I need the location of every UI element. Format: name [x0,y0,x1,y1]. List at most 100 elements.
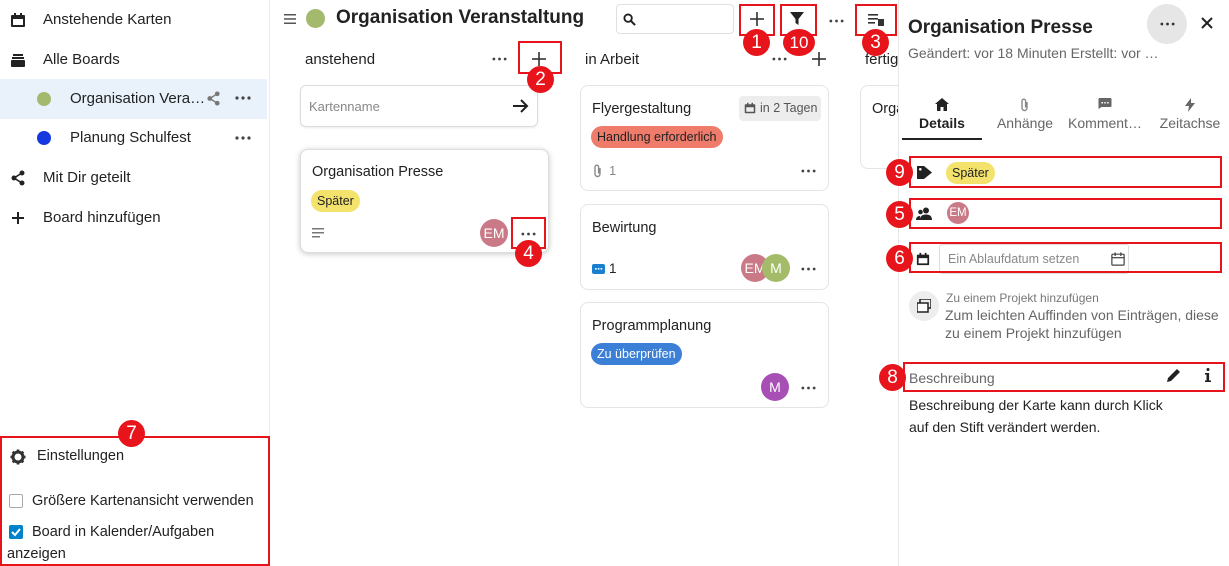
annotation-badge: 2 [527,66,554,93]
card-programmplanung[interactable]: Programmplanung Zu überprüfen M [580,302,829,408]
annotation-badge: 5 [886,201,913,228]
tab-timeline[interactable]: Zeitachse [1150,90,1229,140]
project-hint-cont: zu einem Projekt hinzufügen [945,325,1122,341]
nav-shared-with-you[interactable]: Mit Dir geteilt [0,158,267,198]
info-icon[interactable] [1205,368,1211,382]
panel-card-title[interactable]: Organisation Presse [908,17,1093,39]
card-more-icon[interactable] [801,267,816,271]
tab-label: Anhänge [996,115,1054,131]
tab-comments[interactable]: Komment… [1065,90,1145,140]
annotation-badge: 1 [743,29,770,56]
hamburger-icon[interactable] [284,13,296,25]
annotation-badge: 10 [783,29,815,56]
card-details-sidebar: Organisation Presse Geändert: vor 18 Min… [898,0,1229,566]
column-more-icon[interactable] [772,57,787,61]
nav-add-board[interactable]: Board hinzufügen [0,198,267,238]
board-color-dot [37,92,51,106]
tab-label: Details [919,115,965,131]
nav-board-organisation[interactable]: Organisation Vera… [0,79,267,119]
nav-upcoming-cards[interactable]: Anstehende Karten [0,0,267,40]
tag-icon [917,166,932,179]
avatar: M [761,373,789,401]
card-title: Programmplanung [592,318,712,334]
calendar-picker-icon[interactable] [1111,252,1125,266]
card-title: Organisation Presse [312,164,444,180]
add-card-icon[interactable] [532,52,546,66]
add-card-icon[interactable] [812,52,826,66]
label-badge: Zu überprüfen [591,343,682,365]
tab-label: Komment… [1068,115,1142,131]
pencil-icon[interactable] [1167,368,1181,382]
tab-attachments[interactable]: Anhänge [985,90,1065,140]
comment-icon [592,264,605,274]
calendar-icon [10,12,26,28]
project-icon [909,291,939,321]
attachment-icon [593,164,603,178]
nav-all-boards[interactable]: Alle Boards [0,40,267,80]
column-title[interactable]: in Arbeit [585,51,639,68]
annotation-badge: 6 [886,245,913,272]
larger-cards-checkbox[interactable] [9,494,23,508]
new-card-placeholder: Kartenname [309,99,380,114]
app-navigation: Anstehende Karten Alle Boards Organisati… [0,0,270,566]
more-icon[interactable] [235,96,251,100]
card-organisation-presse[interactable]: Organisation Presse Später EM [300,149,549,253]
more-icon[interactable] [235,136,251,140]
avatar: EM [947,202,969,224]
card-more-icon[interactable] [801,169,816,173]
settings-toggle[interactable]: Einstellungen [37,448,124,464]
description-text-cont: auf den Stift verändert werden. [909,419,1101,435]
calendar-sync-checkbox[interactable] [9,525,23,539]
home-icon [935,98,949,111]
card-title: Orga [872,101,898,117]
attachment-count: 1 [609,163,617,178]
nav-label: Anstehende Karten [43,11,172,28]
tab-details[interactable]: Details [902,90,982,140]
assignees-select[interactable]: EM [944,199,1220,227]
calendar-sync-label: Board in Kalender/Aufgaben [32,524,215,540]
due-date-input[interactable]: Ein Ablaufdatum setzen [939,244,1129,274]
add-list-icon[interactable] [750,12,764,26]
close-icon[interactable] [1201,17,1213,29]
lightning-icon [1185,98,1195,112]
search-icon [623,13,636,26]
search-input[interactable] [616,4,734,34]
calendar-sync-label-cont: anzeigen [7,546,66,562]
calendar-icon [916,252,930,266]
panel-more-button[interactable] [1147,4,1187,44]
gear-icon [10,449,26,465]
nav-board-schulfest[interactable]: Planung Schulfest [0,118,267,158]
description-icon [312,228,324,238]
boards-archive-icon [10,52,26,68]
nav-label: Planung Schulfest [70,129,191,146]
due-date-placeholder: Ein Ablaufdatum setzen [948,252,1080,266]
nav-label: Alle Boards [43,51,120,68]
project-title[interactable]: Zu einem Projekt hinzufügen [946,291,1099,305]
share-icon [10,170,26,186]
annotation-badge: 3 [862,29,889,56]
details-toggle-icon[interactable] [868,13,884,27]
tags-select[interactable]: Später [944,157,1220,187]
annotation-badge: 9 [886,159,913,186]
card-more-icon[interactable] [801,386,816,390]
card-flyergestaltung[interactable]: Flyergestaltung in 2 Tagen Handlung erfo… [580,85,829,191]
card-bewirtung[interactable]: Bewirtung 1 EM M [580,204,829,290]
new-card-input[interactable]: Kartenname [300,85,538,127]
description-label: Beschreibung [909,370,995,386]
annotation-badge: 7 [118,420,145,447]
comment-icon [1098,98,1112,109]
arrow-right-icon[interactable] [513,99,529,113]
card-fertig[interactable]: Orga [860,85,898,169]
due-date-badge: in 2 Tagen [739,96,821,121]
column-title[interactable]: anstehend [305,51,375,68]
card-title: Bewirtung [592,220,657,236]
attachment-icon [1020,98,1030,112]
share-icon[interactable] [206,91,221,106]
more-icon[interactable] [829,19,844,23]
nav-label: Board hinzufügen [43,209,161,226]
filter-icon[interactable] [790,12,804,26]
card-more-icon[interactable] [521,232,536,236]
comment-count: 1 [609,261,617,276]
panel-subtitle: Geändert: vor 18 Minuten Erstellt: vor … [908,45,1159,61]
column-more-icon[interactable] [492,57,507,61]
